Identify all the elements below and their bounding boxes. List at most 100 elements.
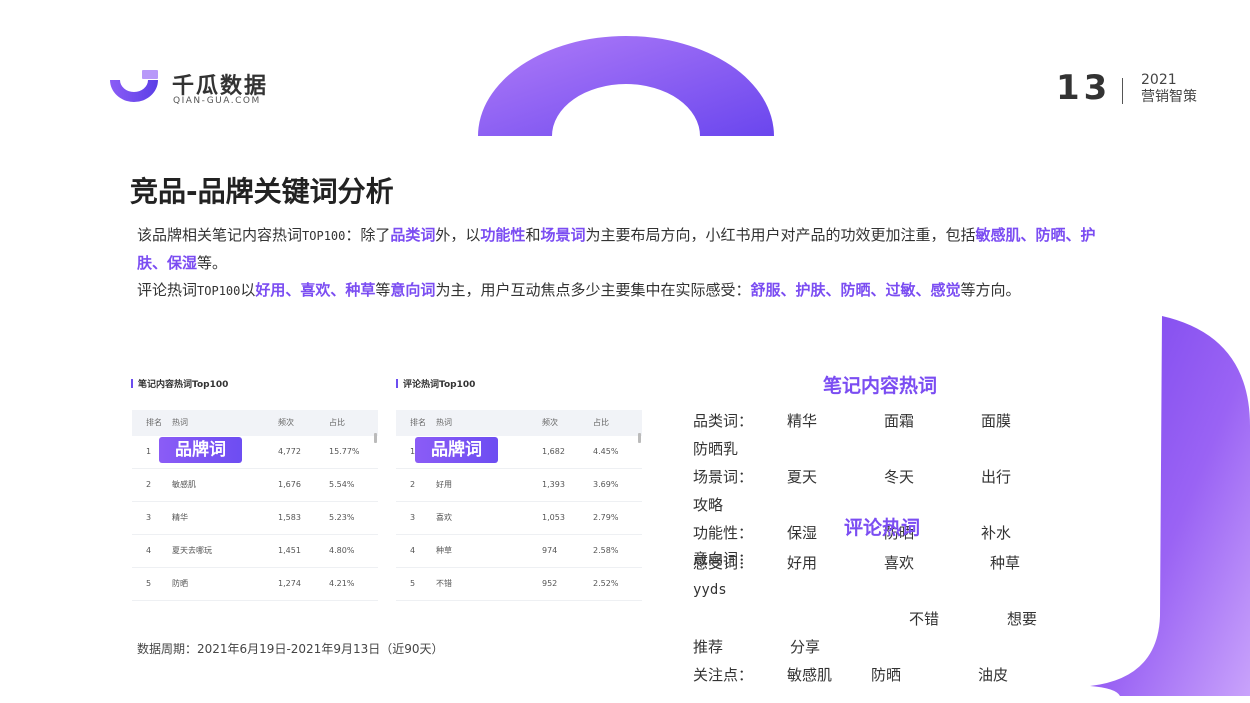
cell-pct: 4.21% (329, 579, 355, 588)
cell-word: 不错 (436, 579, 452, 588)
top100-label: TOP100 (197, 284, 241, 298)
cell-rank: 2 (410, 480, 416, 489)
cell-count: 974 (542, 546, 558, 555)
intro-line-comments: 评论热词TOP100以好用、喜欢、种草等意向词为主，用户互动焦点多少主要集中在实… (137, 277, 1117, 305)
brand-word-badge: 品牌词 (415, 437, 498, 463)
cell-count: 1,274 (278, 579, 301, 588)
brand-word-badge: 品牌词 (159, 437, 242, 463)
qiangua-logo-icon (110, 70, 158, 102)
table-row: 3 精华 1,583 5.23% (132, 502, 378, 535)
cell-count: 1,451 (278, 546, 301, 555)
brand-domain: QIAN-GUA.COM (173, 96, 261, 106)
column-header: 排名 (146, 418, 162, 427)
top-arch-decoration (478, 36, 774, 136)
table-row: 6 敏感肌 859 2.27% (396, 601, 642, 610)
category-word: 精华 (787, 412, 818, 430)
notes-table-scrollbar[interactable] (374, 433, 377, 443)
feeling-label: 感受词： (693, 554, 754, 572)
intro-line-notes: 该品牌相关笔记内容热词TOP100：除了品类词外，以功能性和场景词为主要布局方向… (137, 222, 1117, 277)
intro-text: 为主，用户互动焦点多少主要集中在实际感受： (435, 281, 751, 299)
cell-pct: 2.58% (593, 546, 619, 555)
column-header: 热词 (436, 418, 452, 427)
cell-word: 喜欢 (436, 513, 452, 522)
focus-word: 敏感肌 (787, 666, 833, 684)
category-word: 防晒乳 (693, 440, 739, 458)
cell-pct: 3.69% (593, 480, 619, 489)
cell-word: 防晒 (172, 579, 188, 588)
cell-word: 护肤 (172, 601, 188, 610)
cell-rank: 5 (146, 579, 152, 588)
cell-count: 859 (542, 601, 557, 610)
cell-rank: 5 (410, 579, 416, 588)
intro-text: 等。 (197, 254, 228, 272)
page-title: 竞品-品牌关键词分析 (130, 175, 394, 208)
cell-rank: 6 (410, 601, 415, 610)
highlight-keyword: 意向词 (390, 281, 436, 299)
scene-label: 场景词： (693, 468, 754, 486)
cell-word: 夏天去哪玩 (172, 546, 212, 555)
intent-word: 推荐 (693, 638, 724, 656)
intro-text: ：除了 (345, 226, 391, 244)
intent-word: 种草 (990, 554, 1021, 572)
column-header: 频次 (278, 418, 294, 427)
intent-word: 分享 (790, 638, 821, 656)
highlight-keyword: 场景词 (540, 226, 586, 244)
cell-count: 1,676 (278, 480, 301, 489)
focus-word: 防晒 (871, 666, 902, 684)
cell-rank: 3 (146, 513, 152, 522)
intro-text: 该品牌相关笔记内容热词 (137, 226, 303, 244)
intro-paragraph: 该品牌相关笔记内容热词TOP100：除了品类词外，以功能性和场景词为主要布局方向… (137, 222, 1117, 305)
table-header: 排名 热词 频次 占比 (132, 410, 378, 436)
top100-label: TOP100 (302, 229, 346, 243)
intro-text: 等方向。 (960, 281, 1021, 299)
cell-count: 1,166 (278, 601, 301, 610)
cell-pct: 5.54% (329, 480, 355, 489)
column-header: 占比 (329, 418, 345, 427)
intent-word: yyds (693, 582, 727, 598)
cell-rank: 4 (146, 546, 152, 555)
cell-count: 4,772 (278, 447, 301, 456)
cell-count: 952 (542, 579, 558, 588)
table-row: 3 喜欢 1,053 2.79% (396, 502, 642, 535)
table-row: 4 种草 974 2.58% (396, 535, 642, 568)
cell-word: 敏感肌 (436, 601, 460, 610)
cell-word: 敏感肌 (172, 480, 196, 489)
page-number-divider (1122, 78, 1123, 104)
report-subtitle: 营销智策 (1141, 89, 1197, 105)
intent-word: 不错 (909, 610, 940, 628)
cell-count: 1,682 (542, 447, 565, 456)
function-label: 功能性： (693, 524, 754, 542)
notes-table-title: 笔记内容热词Top100 (131, 377, 228, 390)
notes-hotwords-heading: 笔记内容热词 (823, 375, 938, 397)
intro-text: 等 (375, 281, 391, 299)
category-word: 面霜 (884, 412, 915, 430)
intro-text: 外，以 (435, 226, 481, 244)
cell-rank: 1 (146, 447, 152, 456)
report-year: 2021 (1141, 72, 1177, 88)
intent-word: 想要 (1007, 610, 1038, 628)
cell-pct: 3.85% (329, 601, 354, 610)
highlight-keyword: 舒服、护肤、防晒、过敏、感觉 (750, 281, 961, 299)
table-row: 5 不错 952 2.52% (396, 568, 642, 601)
category-word: 面膜 (981, 412, 1012, 430)
intro-text: 评论热词 (137, 281, 198, 299)
intent-word: 好用 (787, 554, 818, 572)
right-corner-decoration (1090, 316, 1250, 696)
cell-rank: 4 (410, 546, 416, 555)
report-label: 2021 营销智策 (1141, 72, 1197, 106)
comments-table-scrollbar[interactable] (638, 433, 641, 443)
cell-pct: 2.79% (593, 513, 619, 522)
highlight-keyword: 功能性 (480, 226, 526, 244)
highlight-keyword: 好用、喜欢、种草 (255, 281, 376, 299)
table-row: 4 夏天去哪玩 1,451 4.80% (132, 535, 378, 568)
table-header: 排名 热词 频次 占比 (396, 410, 642, 436)
function-word: 保湿 (787, 524, 818, 542)
cell-rank: 6 (146, 601, 151, 610)
cell-pct: 2.52% (593, 579, 619, 588)
cell-pct: 5.23% (329, 513, 355, 522)
function-word: 补水 (981, 524, 1012, 542)
cell-pct: 4.80% (329, 546, 355, 555)
comments-hotwords-heading: 评论热词 (844, 517, 921, 539)
cell-rank: 2 (146, 480, 152, 489)
page-number: 13 (1056, 68, 1112, 108)
